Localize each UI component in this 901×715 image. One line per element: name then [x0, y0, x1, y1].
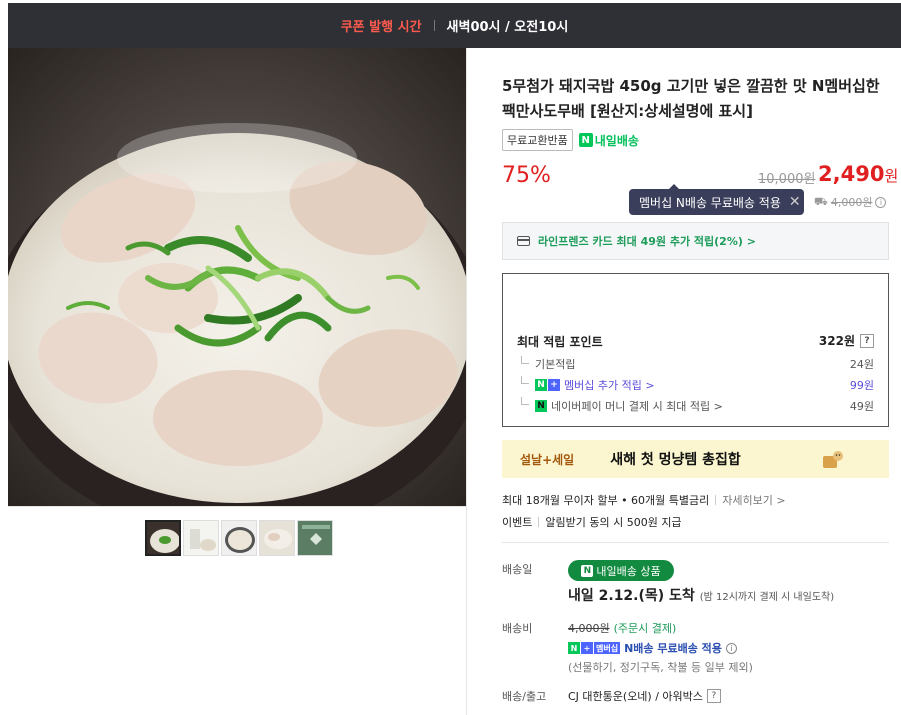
arrival-date: 내일 2.12.(목) 도착 (밤 12시까지 결제 시 내일도착) [568, 585, 834, 605]
pill-label: 내일배송 상품 [596, 564, 661, 578]
points-total: 322원 ? [819, 332, 874, 349]
product-badges: 무료교환반품 N 내일배송 [502, 129, 639, 151]
close-icon[interactable]: ✕ [789, 194, 801, 210]
tree-connector [521, 376, 529, 384]
divider [538, 517, 540, 527]
arrival-note: (밤 12시까지 결제 시 내일도착) [699, 592, 835, 603]
thumbnail[interactable] [259, 520, 295, 556]
event-text: 알림받기 동의 시 500원 지급 [545, 516, 682, 529]
coupon-time-bar: 쿠폰 발행 시간 새벽00시 / 오전10시 [8, 3, 901, 48]
shipping-fee-label: 배송비 [502, 622, 533, 635]
discount-rate: 75% [502, 163, 551, 188]
tooltip-text: 멤버십 N배송 무료배송 적용 [639, 195, 781, 210]
naver-pay-icon: N [535, 400, 547, 412]
promo-banner[interactable]: 설날+세일 새해 첫 멍냥템 총집합 [502, 440, 889, 478]
membership-shipping-tooltip: 멤버십 N배송 무료배송 적용 ✕ [629, 184, 804, 215]
product-title: 5무첨가 돼지국밥 450g 고기만 넣은 깔끔한 맛 N멤버십한팩만사도무배 … [502, 77, 880, 120]
shipping-fee-line: 4,000원 (주문시 결제) [568, 620, 676, 636]
installment-info: 최대 18개월 무이자 할부 • 60개월 특별금리 자세히보기 > [502, 492, 786, 508]
thumbnail-list [145, 520, 333, 556]
sale-price-value: 2,490 [818, 162, 885, 186]
shipping-fee-strike: ⛟ 4,000원 i [814, 194, 887, 210]
points-row-membership[interactable]: N + 멤버십 추가 적립 > [535, 377, 655, 393]
sale-price-currency: 원 [884, 167, 899, 185]
free-shipping-text: N배송 무료배송 적용 [624, 642, 722, 655]
points-title: 최대 적립 포인트 [517, 335, 603, 349]
event-label: 이벤트 [502, 516, 533, 529]
naver-n-icon: N [578, 133, 593, 147]
carrier-text: CJ 대한통운(오네) / 아워박스 [568, 690, 703, 703]
tomorrow-delivery-label: 내일배송 [594, 133, 639, 148]
tree-connector [521, 356, 529, 364]
tree-connector [521, 397, 529, 405]
arrival-text: 내일 2.12.(목) 도착 [568, 588, 695, 604]
points-panel: 최대 적립 포인트 322원 ? 기본적립 24원 N + 멤버십 추가 적립 >… [502, 273, 889, 427]
event-info: 이벤트 알림받기 동의 시 500원 지급 [502, 514, 682, 530]
column-divider [466, 48, 467, 715]
truck-icon: ⛟ [814, 194, 828, 208]
card-benefit-text: 라인프렌즈 카드 최대 49원 추가 적립(2%) > [538, 235, 756, 248]
membership-badge: N + 멤버십 [568, 642, 621, 654]
points-row-basic: 기본적립 [535, 356, 575, 372]
free-return-badge: 무료교환반품 [502, 129, 573, 151]
divider [715, 495, 717, 505]
image-divider [8, 506, 466, 507]
banner-text: 새해 첫 멍냥템 총집합 [610, 452, 741, 468]
sale-price: 2,490원 [818, 162, 898, 186]
naver-plus-icon: N + [535, 379, 560, 391]
credit-card-icon [517, 236, 530, 246]
carrier-label: 배송/출고 [502, 690, 547, 703]
points-row-value: 99원 [849, 379, 874, 392]
naver-n-icon: N [581, 564, 594, 577]
coupon-label: 쿠폰 발행 시간 [340, 20, 422, 35]
section-divider [502, 542, 889, 543]
product-main-image[interactable] [8, 48, 466, 506]
points-row-value: 24원 [849, 358, 874, 371]
points-row-npay[interactable]: N 네이버페이 머니 결제 시 최대 적립 > [535, 398, 723, 414]
divider [433, 20, 435, 31]
pet-icon [823, 451, 843, 468]
tomorrow-delivery-badge: N 내일배송 [578, 132, 639, 149]
help-icon[interactable]: ? [706, 689, 721, 703]
points-row-label: 기본적립 [535, 358, 576, 371]
carrier-line: CJ 대한통운(오네) / 아워박스 ? [568, 688, 721, 704]
points-row-value: 49원 [849, 400, 874, 413]
original-price: 10,000원 [758, 172, 816, 187]
card-benefit-link[interactable]: 라인프렌즈 카드 최대 49원 추가 적립(2%) > [502, 222, 889, 260]
info-icon[interactable]: i [875, 196, 887, 208]
thumbnail[interactable] [145, 520, 181, 556]
membership-badge-label: 멤버십 [594, 642, 621, 654]
shipping-fee-note: (주문시 결제) [613, 622, 677, 635]
tomorrow-delivery-pill: N 내일배송 상품 [568, 560, 674, 581]
points-total-value: 322원 [818, 334, 855, 348]
thumbnail[interactable] [221, 520, 257, 556]
points-row-label: 네이버페이 머니 결제 시 최대 적립 > [551, 400, 723, 413]
installment-detail-link[interactable]: 자세히보기 > [722, 492, 785, 508]
shipping-fee-original: 4,000원 [568, 622, 610, 635]
installment-text: 최대 18개월 무이자 할부 • 60개월 특별금리 [502, 494, 710, 507]
coupon-time: 새벽00시 / 오전10시 [446, 20, 569, 35]
points-row-label: 멤버십 추가 적립 > [564, 379, 655, 392]
info-icon[interactable]: i [725, 642, 737, 654]
delivery-date-label: 배송일 [502, 563, 533, 576]
thumbnail[interactable] [297, 520, 333, 556]
thumbnail[interactable] [183, 520, 219, 556]
help-icon[interactable]: ? [860, 333, 874, 348]
shipping-fee-original: 4,000원 [830, 196, 873, 209]
shipping-exceptions: (선물하기, 정기구독, 착불 등 일부 제외) [568, 661, 753, 674]
banner-tag: 설날+세일 [520, 452, 575, 467]
membership-free-shipping: N + 멤버십 N배송 무료배송 적용 i [568, 640, 737, 656]
